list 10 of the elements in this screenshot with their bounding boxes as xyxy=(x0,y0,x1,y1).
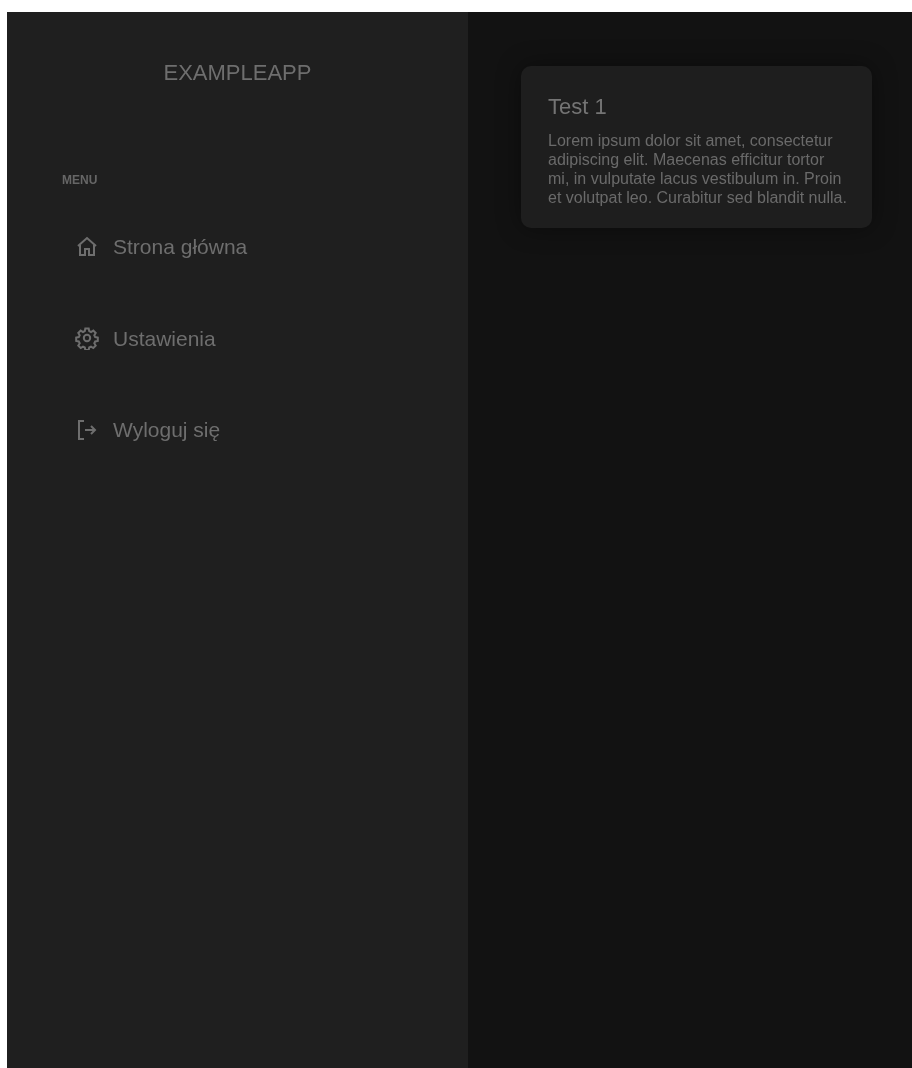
home-icon xyxy=(75,234,99,259)
logout-icon xyxy=(75,417,99,442)
gear-icon xyxy=(75,326,99,351)
app-title: EXAMPLEAPP xyxy=(162,59,313,87)
menu-item[interactable]: Ustawienia xyxy=(75,322,216,354)
card-title: Test 1 xyxy=(548,94,608,121)
menu-item[interactable]: Strona główna xyxy=(75,231,248,263)
card-text: Lorem ipsum dolor sit amet, consectetur adipiscing elit. Maecenas efficitur tortor mi, in vulputate lacus vestibulum in. Proin et volutpat leo. Curabitur sed blandit nulla. xyxy=(548,132,848,208)
menu-label: MENU xyxy=(62,172,98,189)
menu-item[interactable]: Wyloguj się xyxy=(75,414,221,446)
